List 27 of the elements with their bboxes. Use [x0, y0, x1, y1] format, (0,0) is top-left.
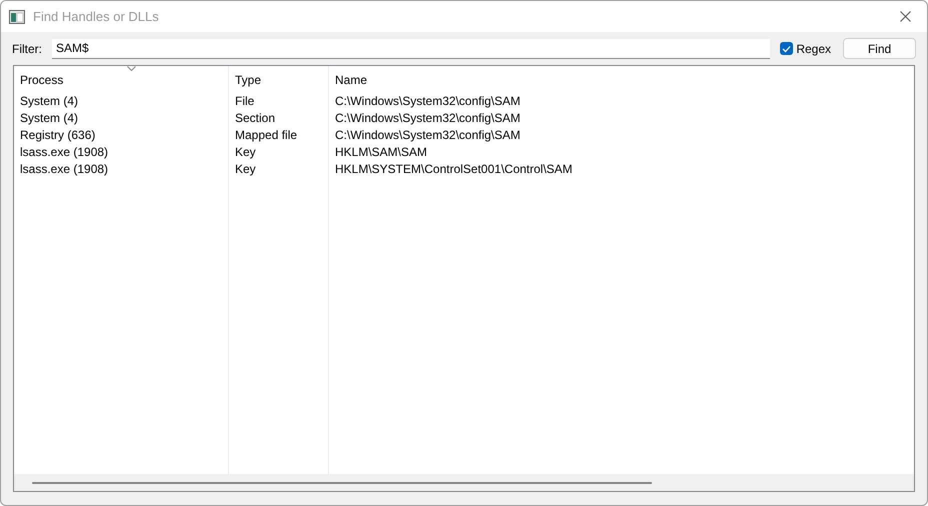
table-cell-text: HKLM\SYSTEM\ControlSet001\Control\SAM [334, 161, 574, 178]
table-cell-text: C:\Windows\System32\config\SAM [334, 93, 522, 110]
table-cell-text: Mapped file [234, 127, 298, 144]
table-cell-text: HKLM\SAM\SAM [334, 144, 428, 161]
close-icon[interactable] [900, 11, 911, 22]
table-cell-text: lsass.exe (1908) [19, 161, 110, 178]
check-icon [782, 44, 792, 52]
table-cell-text: C:\Windows\System32\config\SAM [334, 110, 522, 127]
table-cell-text: Key [234, 144, 257, 161]
column-header[interactable]: Type [229, 66, 328, 93]
table-cell-text: Key [234, 161, 257, 178]
filter-field[interactable]: SAM$ [52, 38, 770, 58]
column-header[interactable]: Process [14, 66, 228, 93]
table-cell-text: lsass.exe (1908) [19, 144, 110, 161]
table-cell-text: C:\Windows\System32\config\SAM [334, 127, 522, 144]
table-cell-text: System (4) [19, 110, 80, 127]
table-cell-text: File [234, 93, 256, 110]
table-cell-text: Registry (636) [19, 127, 96, 144]
table-cell-text: System (4) [19, 93, 80, 110]
table-cell-text: Section [234, 110, 276, 127]
window-title: Find Handles or DLLs [33, 8, 160, 26]
window-icon [9, 10, 25, 24]
find-button[interactable]: Find [843, 38, 916, 59]
column-header[interactable]: Name [329, 66, 914, 93]
filter-label: Filter: [12, 40, 42, 58]
horizontal-scrollbar[interactable] [14, 474, 914, 491]
regex-checkbox[interactable]: Regex [780, 40, 831, 58]
